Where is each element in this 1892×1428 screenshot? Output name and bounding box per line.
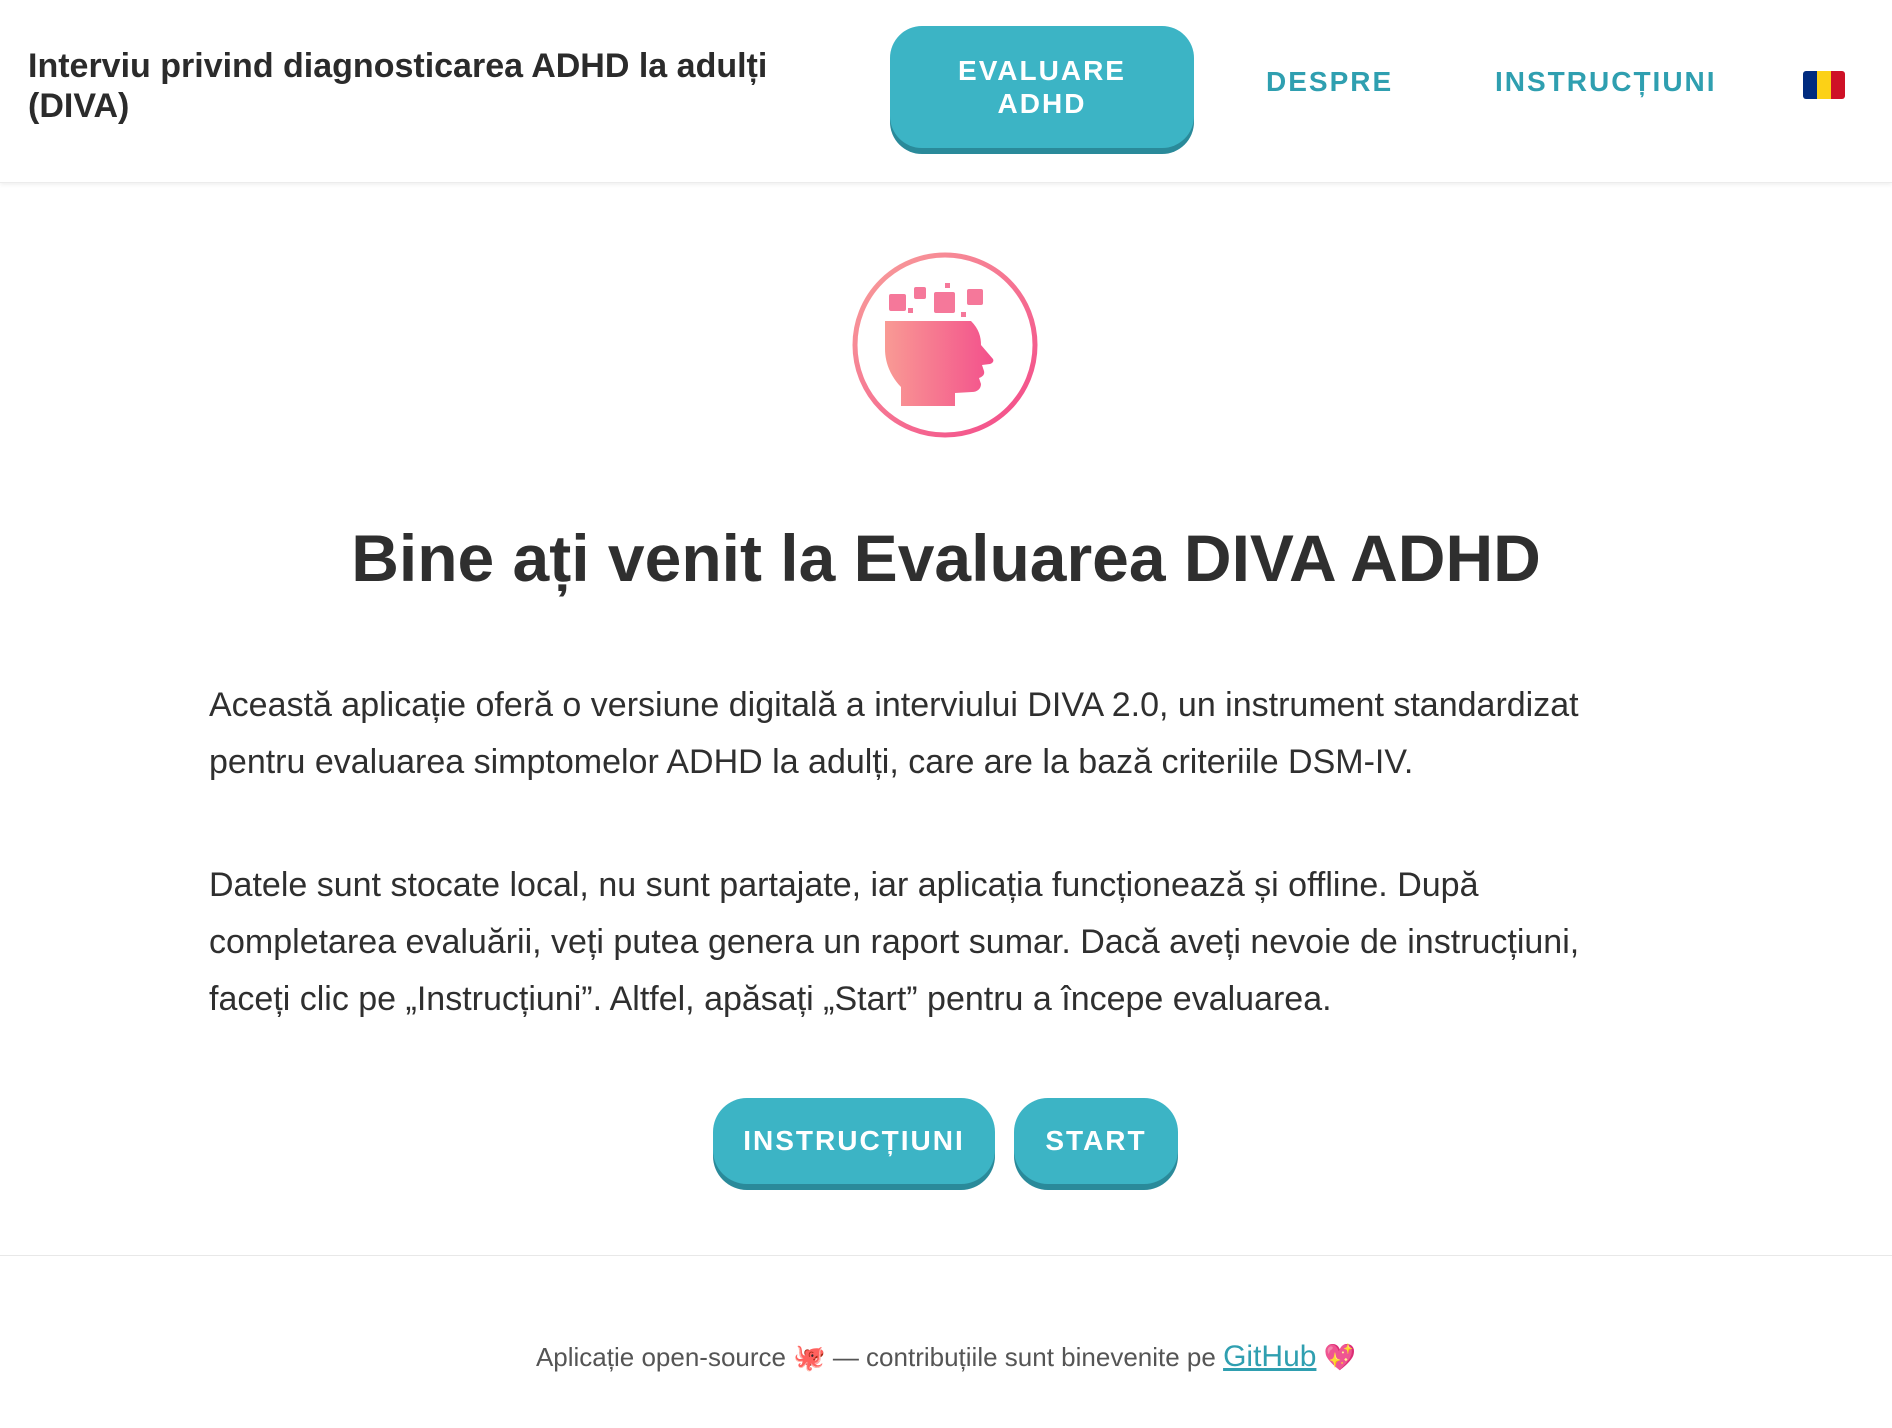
footer: Aplicație open-source 🐙 — contribuțiile … (0, 1340, 1892, 1374)
footer-text: Aplicație open-source (535, 1342, 786, 1372)
head-brain-icon (852, 252, 1038, 438)
footer-text-middle: — contribuțiile sunt binevenite pe (825, 1342, 1224, 1372)
start-button[interactable]: START (1014, 1098, 1178, 1184)
app-title: Interviu privind diagnosticarea ADHD la … (28, 47, 768, 125)
language-flag-icon[interactable] (1803, 71, 1845, 99)
info-paragraph: Datele sunt stocate local, nu sunt parta… (209, 866, 1580, 1018)
github-link[interactable]: GitHub (1223, 1340, 1316, 1373)
octopus-icon: 🐙 (793, 1342, 826, 1372)
top-navbar: Interviu privind diagnosticarea ADHD la … (0, 0, 1892, 183)
heart-icon: 💖 (1323, 1342, 1357, 1372)
instructions-button[interactable]: INSTRUCȚIUNI (713, 1098, 995, 1184)
nav-evaluare-adhd-button[interactable]: EVALUARE ADHD (890, 26, 1194, 148)
nav-despre-link[interactable]: DESPRE (1266, 66, 1393, 98)
page-title: Bine ați venit la Evaluarea DIVA ADHD (351, 521, 1541, 595)
nav-instructiuni-link[interactable]: INSTRUCȚIUNI (1495, 66, 1717, 98)
intro-paragraph: Această aplicație oferă o versiune digit… (209, 686, 1579, 781)
footer-divider (0, 1255, 1892, 1256)
